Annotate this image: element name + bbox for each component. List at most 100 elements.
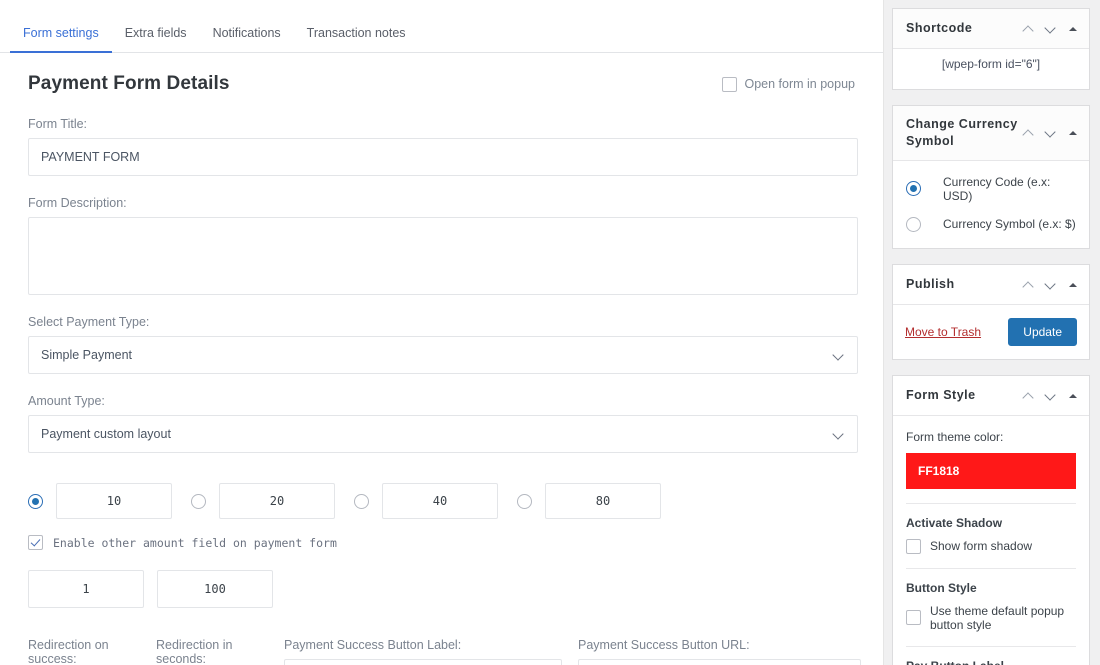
amount-radio-4[interactable] (517, 493, 532, 509)
admin-page: Form settings Extra fields Notifications… (0, 0, 1100, 665)
currency-panel-title: Change Currency Symbol (906, 117, 1018, 148)
checkbox-icon[interactable] (906, 610, 921, 626)
radio-icon[interactable] (906, 216, 921, 232)
main-content: Form settings Extra fields Notifications… (0, 0, 884, 665)
publish-panel: Publish Move to Trash Update (892, 263, 1090, 360)
currency-panel: Change Currency Symbol Currency Code (e.… (892, 105, 1090, 249)
amount-type-select[interactable]: Payment custom layout (28, 415, 858, 453)
shortcode-panel-header: Shortcode (893, 9, 1089, 49)
amount-input-4[interactable]: 80 (545, 483, 661, 519)
move-up-icon[interactable] (1022, 278, 1035, 291)
currency-code-label: Currency Code (e.x: USD) (943, 174, 1051, 203)
form-header-row: Payment Form Details Open form in popup (28, 73, 855, 95)
form-description-label: Form Description: (28, 196, 127, 210)
chevron-down-icon (833, 349, 845, 361)
open-form-in-popup-checkbox[interactable]: Open form in popup (721, 76, 855, 92)
shortcode-panel-title: Shortcode (906, 21, 973, 36)
move-down-icon[interactable] (1044, 278, 1057, 291)
move-down-icon[interactable] (1044, 389, 1057, 402)
payment-type-select[interactable]: Simple Payment (28, 336, 858, 374)
currency-symbol-option[interactable]: Currency Symbol (e.x: $) (906, 216, 1076, 232)
amount-options-row: 10 20 40 80 (28, 483, 855, 519)
panel-controls (1022, 389, 1079, 402)
form-style-panel-title: Form Style (906, 387, 976, 402)
toggle-panel-icon[interactable] (1066, 22, 1079, 35)
success-button-label-label: Payment Success Button Label: (284, 638, 462, 652)
toggle-panel-icon[interactable] (1066, 389, 1079, 402)
publish-panel-header: Publish (893, 264, 1089, 305)
tab-bar: Form settings Extra fields Notifications… (0, 0, 883, 53)
amount-input-3[interactable]: 40 (382, 483, 498, 519)
chevron-down-icon (833, 428, 845, 440)
divider (906, 502, 1076, 504)
currency-panel-body: Currency Code (e.x: USD) Currency Symbol… (893, 161, 1089, 248)
payment-type-label: Select Payment Type: (28, 315, 150, 329)
form-description-group: Form Description: (28, 196, 858, 295)
move-to-trash-link[interactable]: Move to Trash (905, 325, 981, 339)
success-button-url-group: Payment Success Button URL: https://wooc… (578, 638, 861, 665)
amount-type-label: Amount Type: (28, 394, 105, 408)
button-style-label: Button Style (906, 580, 977, 595)
redirection-on-success-group: Redirection on success: Yes (28, 638, 140, 665)
amount-radio-2[interactable] (191, 493, 206, 509)
enable-other-amount-checkbox[interactable]: Enable other amount field on payment for… (28, 535, 855, 550)
redirection-seconds-group: Redirection in seconds: 60 (156, 638, 268, 665)
show-form-shadow-label: Show form shadow (930, 539, 1033, 554)
amount-radio-3[interactable] (354, 493, 369, 509)
toggle-panel-icon[interactable] (1066, 278, 1079, 291)
amount-input-1[interactable]: 10 (56, 483, 172, 519)
move-down-icon[interactable] (1044, 126, 1057, 139)
form-style-panel-body: Form theme color: FF1818 Activate Shadow… (893, 416, 1089, 665)
update-button[interactable]: Update (1008, 317, 1077, 346)
show-form-shadow-checkbox[interactable]: Show form shadow (906, 538, 1076, 554)
checkbox-icon[interactable] (721, 76, 737, 92)
use-theme-button-label: Use theme default popup button style (930, 603, 1065, 632)
min-amount-input[interactable]: 1 (28, 570, 144, 608)
tab-notifications[interactable]: Notifications (200, 26, 294, 54)
form-title-input[interactable]: PAYMENT FORM (28, 138, 858, 176)
move-down-icon[interactable] (1044, 22, 1057, 35)
radio-selected-icon[interactable] (906, 181, 921, 197)
enable-other-amount-label: Enable other amount field on payment for… (53, 535, 337, 550)
max-amount-input[interactable]: 100 (157, 570, 273, 608)
checkbox-icon[interactable] (906, 538, 921, 554)
theme-color-swatch[interactable]: FF1818 (906, 452, 1076, 489)
publish-panel-body: Move to Trash Update (893, 305, 1089, 359)
success-button-url-input[interactable]: https://woocommerce-224605-1527911.cloud… (578, 659, 861, 665)
amount-input-2[interactable]: 20 (219, 483, 335, 519)
divider (906, 567, 1076, 569)
success-button-url-label: Payment Success Button URL: (578, 638, 750, 652)
move-up-icon[interactable] (1022, 389, 1035, 402)
form-title-group: Form Title: PAYMENT FORM (28, 117, 858, 176)
move-up-icon[interactable] (1022, 126, 1035, 139)
redirection-on-success-label: Redirection on success: (28, 638, 109, 665)
move-up-icon[interactable] (1022, 22, 1035, 35)
shortcode-panel: Shortcode [wpep-form id="6"] (892, 8, 1090, 90)
currency-panel-header: Change Currency Symbol (893, 106, 1089, 161)
tab-transaction-notes[interactable]: Transaction notes (294, 26, 419, 54)
checkbox-checked-icon[interactable] (28, 535, 43, 550)
divider (906, 645, 1076, 647)
panel-controls (1022, 278, 1079, 291)
sidebar: Shortcode [wpep-form id="6"] Change Curr… (884, 0, 1100, 665)
success-button-label-group: Payment Success Button Label: Redirect t… (284, 638, 562, 665)
form-style-panel: Form Style Form theme color: FF1818 Acti… (892, 374, 1090, 665)
amount-range-row: 1 100 (28, 570, 855, 608)
use-theme-button-checkbox[interactable]: Use theme default popup button style (906, 604, 1076, 632)
form-title-label: Form Title: (28, 117, 88, 131)
form-description-textarea[interactable] (28, 217, 858, 295)
toggle-panel-icon[interactable] (1066, 126, 1079, 139)
redirection-settings-row: Redirection on success: Yes Redirection … (28, 638, 861, 665)
currency-symbol-label: Currency Symbol (e.x: $) (943, 217, 1076, 232)
tab-extra-fields[interactable]: Extra fields (112, 26, 200, 54)
success-button-label-input[interactable]: Redirect to Main Page (284, 659, 562, 665)
tab-form-settings[interactable]: Form settings (10, 26, 112, 53)
payment-type-value: Simple Payment (41, 348, 133, 362)
amount-type-value: Payment custom layout (41, 427, 171, 441)
publish-panel-title: Publish (906, 276, 955, 291)
theme-color-label: Form theme color: (906, 429, 1004, 444)
form-settings-panel: Payment Form Details Open form in popup … (0, 53, 883, 665)
currency-code-option[interactable]: Currency Code (e.x: USD) (906, 175, 1076, 203)
amount-radio-1[interactable] (28, 493, 43, 509)
redirection-seconds-label: Redirection in seconds: (156, 638, 233, 665)
